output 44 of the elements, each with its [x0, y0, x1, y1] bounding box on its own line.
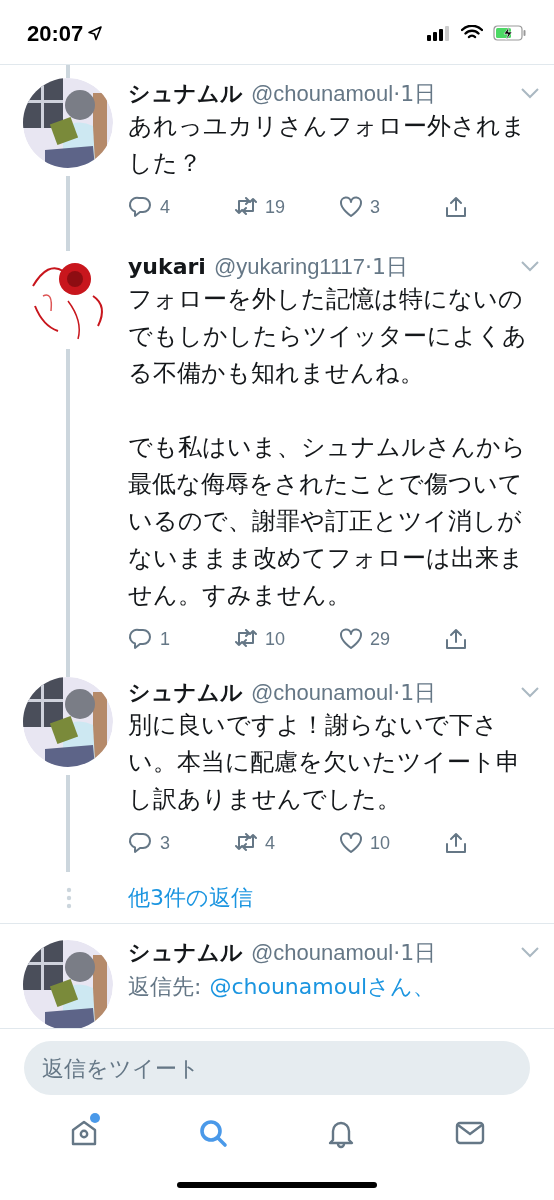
- share-icon[interactable]: [443, 626, 469, 652]
- location-arrow-icon[interactable]: [87, 25, 104, 41]
- reply-to-label: 返信先:: [128, 973, 202, 1001]
- timestamp: ·1日: [365, 252, 409, 281]
- count: 29: [370, 627, 391, 651]
- count: 3: [160, 831, 170, 855]
- count: 1: [160, 627, 170, 651]
- like-icon[interactable]: [338, 626, 364, 652]
- reply-icon[interactable]: [128, 194, 154, 220]
- count: 10: [265, 627, 286, 651]
- count: 4: [160, 195, 170, 219]
- user-name: シュナムル: [128, 79, 243, 108]
- timestamp: ·1日: [393, 79, 437, 108]
- count: 3: [370, 195, 380, 219]
- wifi-icon[interactable]: [461, 25, 483, 41]
- like-icon[interactable]: [338, 830, 364, 856]
- timestamp: ·1日: [393, 938, 437, 967]
- user-name: yukari: [128, 252, 206, 281]
- timestamp: ·1日: [393, 678, 437, 707]
- count: 19: [265, 195, 286, 219]
- user-name: シュナムル: [128, 938, 243, 967]
- mention-link[interactable]: @chounamoulさん、: [209, 967, 436, 1007]
- battery-icon[interactable]: [493, 25, 527, 41]
- user-handle: @chounamoul: [251, 79, 394, 108]
- count: 10: [370, 831, 391, 855]
- user-handle: @yukaring1117: [213, 252, 366, 281]
- user-handle: @chounamoul: [251, 678, 394, 707]
- signal-icon[interactable]: [427, 25, 451, 41]
- like-icon[interactable]: [338, 194, 364, 220]
- count: 4: [265, 831, 275, 855]
- user-name: シュナムル: [128, 678, 243, 707]
- reply-icon[interactable]: [128, 830, 154, 856]
- share-icon[interactable]: [443, 194, 469, 220]
- reply-input-field[interactable]: 返信をツイート: [24, 1041, 530, 1095]
- tweet-text: でも私はいま、シュナムルさんから最低な侮辱をされたことで傷ついているので、謝罪や訂正とツイ消しがないままま改めてフォローは出来ません。すみません。: [128, 432, 527, 611]
- thread-dots-icon[interactable]: [66, 886, 72, 909]
- more-replies-link[interactable]: 他3件の返信: [128, 881, 253, 914]
- reply-icon[interactable]: [128, 626, 154, 652]
- tweet-text: あれっユカリさんフォロー外されました？: [128, 111, 527, 179]
- tweet-text: 別に良いですよ！謝らないで下さい。本当に配慮を欠いたツイート申し訳ありませんでした。: [128, 710, 521, 815]
- clock: 20:07: [27, 19, 84, 48]
- tweet-text: フォローを外した記憶は特にないのでもしかしたらツイッターによくある不備かも知れませんね。: [128, 284, 528, 389]
- user-handle: @chounamoul: [251, 938, 394, 967]
- share-icon[interactable]: [443, 830, 469, 856]
